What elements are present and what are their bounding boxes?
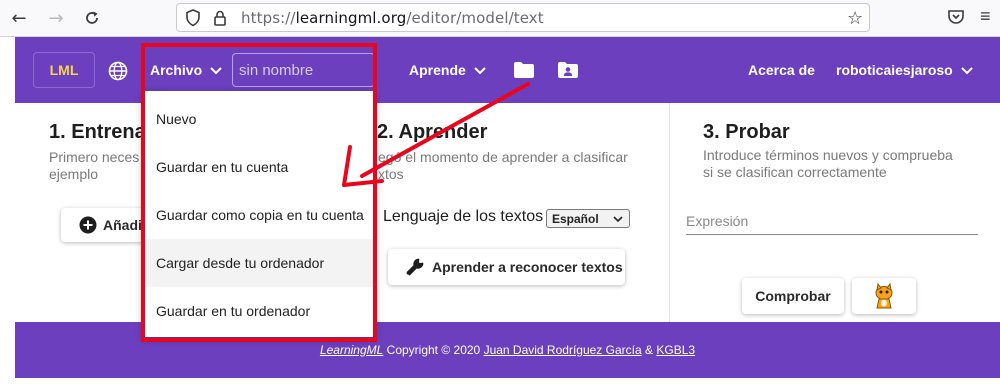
annotation-arrow-icon (342, 82, 530, 187)
